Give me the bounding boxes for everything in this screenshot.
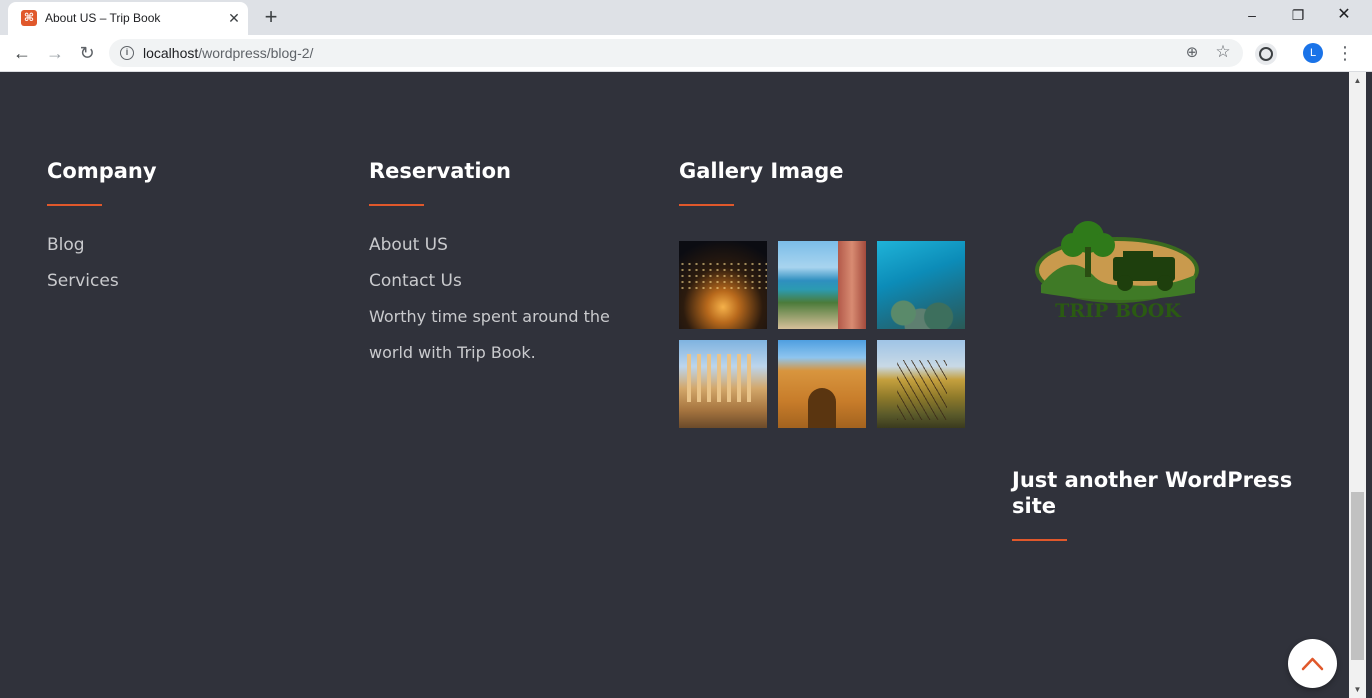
window-close-button[interactable]: ✕ — [1321, 0, 1367, 32]
window-restore-button[interactable]: ❐ — [1275, 0, 1321, 32]
reservation-description: Worthy time spent around the world with … — [369, 307, 610, 362]
heading-underline — [369, 204, 424, 206]
trip-book-logo[interactable]: TRIP BOOK — [1033, 215, 1203, 325]
site-info-icon[interactable]: i — [120, 46, 134, 60]
footer-column-gallery: Gallery Image — [679, 158, 979, 206]
gallery-image-colonnade[interactable] — [679, 340, 767, 428]
footer-link-contact-us[interactable]: Contact Us — [369, 263, 659, 299]
browser-tab[interactable]: ⌘ About US – Trip Book ✕ — [8, 2, 248, 35]
url-text[interactable]: localhost/wordpress/blog-2/ — [143, 45, 313, 61]
scroll-up-arrow-icon[interactable]: ▲ — [1349, 72, 1366, 89]
gallery-grid — [679, 241, 969, 431]
reload-icon[interactable]: ↻ — [75, 41, 99, 65]
scroll-down-arrow-icon[interactable]: ▼ — [1349, 681, 1366, 698]
gallery-image-night-city[interactable] — [679, 241, 767, 329]
blocker-extension-icon[interactable] — [1255, 43, 1277, 65]
footer-column-company: Company Blog Services — [47, 158, 327, 299]
footer-column-site: Just another WordPress site — [1012, 467, 1312, 541]
browser-menu-icon[interactable]: ⋮ — [1335, 41, 1355, 65]
profile-avatar[interactable]: L — [1303, 43, 1323, 63]
footer-column-reservation: Reservation About US Contact Us Worthy t… — [369, 158, 659, 371]
page-scrollbar[interactable]: ▲ ▼ — [1349, 72, 1366, 698]
tab-strip: ⌘ About US – Trip Book ✕ + – ❐ ✕ — [0, 0, 1372, 35]
tab-title: About US – Trip Book — [45, 11, 161, 25]
browser-toolbar: ← → ↻ i localhost/wordpress/blog-2/ ⊕ ☆ … — [0, 35, 1372, 72]
reservation-heading: Reservation — [369, 159, 511, 183]
bookmark-star-icon[interactable]: ☆ — [1213, 42, 1233, 62]
footer-link-services[interactable]: Services — [47, 263, 327, 299]
window-minimize-button[interactable]: – — [1229, 0, 1275, 32]
url-host: localhost — [143, 45, 199, 61]
back-arrow-icon[interactable]: ← — [10, 41, 34, 65]
scroll-to-top-button[interactable] — [1288, 639, 1337, 688]
chevron-up-icon — [1301, 657, 1324, 671]
site-tagline-heading: Just another WordPress site — [1012, 468, 1293, 518]
footer-link-blog[interactable]: Blog — [47, 227, 327, 263]
heading-underline — [47, 204, 102, 206]
heading-underline — [679, 204, 734, 206]
footer-section: Company Blog Services Reservation About … — [0, 72, 1349, 698]
gallery-image-coral-reef[interactable] — [877, 241, 965, 329]
tab-close-icon[interactable]: ✕ — [226, 10, 242, 26]
url-path: /wordpress/blog-2/ — [198, 45, 314, 61]
logo-text: TRIP BOOK — [1055, 300, 1182, 322]
gallery-image-trees[interactable] — [877, 340, 965, 428]
footer-link-about-us[interactable]: About US — [369, 227, 659, 263]
zoom-icon[interactable]: ⊕ — [1182, 43, 1202, 63]
company-heading: Company — [47, 159, 157, 183]
gallery-heading: Gallery Image — [679, 159, 844, 183]
heading-underline — [1012, 539, 1067, 541]
forward-arrow-icon[interactable]: → — [43, 41, 67, 65]
address-bar[interactable]: i localhost/wordpress/blog-2/ ⊕ ☆ — [109, 39, 1243, 67]
new-tab-button[interactable]: + — [259, 6, 283, 30]
gallery-image-sea-coast[interactable] — [778, 241, 866, 329]
xampp-favicon-icon: ⌘ — [21, 10, 37, 26]
gallery-image-stone-arch[interactable] — [778, 340, 866, 428]
scrollbar-thumb[interactable] — [1351, 492, 1364, 660]
